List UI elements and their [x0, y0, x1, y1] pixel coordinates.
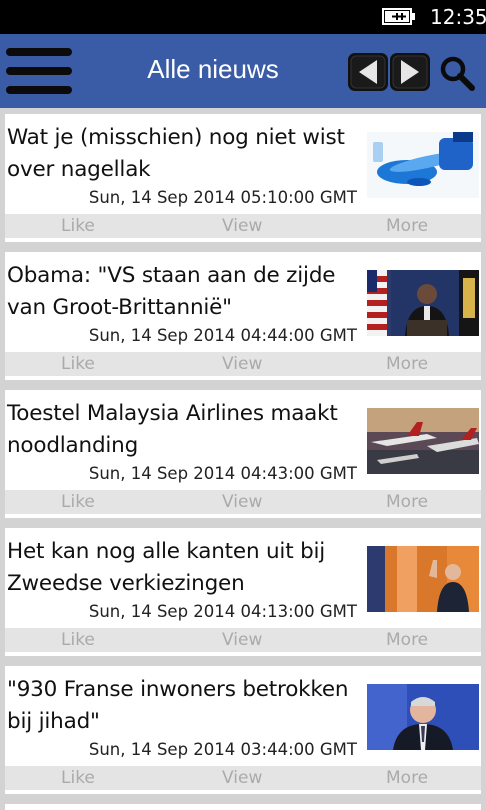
- article-actions: Like View More: [5, 766, 481, 790]
- battery-charging-icon: [382, 8, 415, 25]
- like-button[interactable]: Like: [61, 768, 95, 788]
- news-card[interactable]: Obama: "VS staan aan de zijde van Groot-…: [5, 252, 481, 380]
- app-header: Alle nieuws: [0, 34, 486, 108]
- navigation-arrows: [348, 53, 430, 91]
- view-button[interactable]: View: [222, 492, 262, 512]
- arrow-left-icon[interactable]: [348, 53, 388, 91]
- article-date: Sun, 14 Sep 2014 03:44:00 GMT: [88, 740, 357, 759]
- more-button[interactable]: More: [386, 630, 428, 650]
- news-feed: Wat je (misschien) nog niet wist over na…: [0, 108, 486, 810]
- news-card[interactable]: [5, 804, 481, 810]
- article-thumbnail[interactable]: [367, 270, 479, 336]
- search-icon[interactable]: [438, 54, 476, 92]
- article-thumbnail[interactable]: [367, 546, 479, 612]
- more-button[interactable]: More: [386, 216, 428, 236]
- article-title[interactable]: "930 Franse inwoners betrokken bij jihad…: [7, 674, 363, 738]
- hamburger-menu-icon[interactable]: [6, 46, 72, 96]
- view-button[interactable]: View: [222, 630, 262, 650]
- article-date: Sun, 14 Sep 2014 04:44:00 GMT: [88, 326, 357, 345]
- article-date: Sun, 14 Sep 2014 05:10:00 GMT: [88, 188, 357, 207]
- article-title[interactable]: Obama: "VS staan aan de zijde van Groot-…: [7, 260, 363, 324]
- clock: 12:35: [430, 5, 486, 29]
- view-button[interactable]: View: [222, 354, 262, 374]
- article-actions: Like View More: [5, 214, 481, 238]
- status-bar: 12:35: [0, 0, 486, 34]
- article-actions: Like View More: [5, 628, 481, 652]
- news-card[interactable]: Het kan nog alle kanten uit bij Zweedse …: [5, 528, 481, 656]
- article-thumbnail[interactable]: [367, 684, 479, 750]
- article-date: Sun, 14 Sep 2014 04:13:00 GMT: [88, 602, 357, 621]
- news-card[interactable]: Toestel Malaysia Airlines maakt noodland…: [5, 390, 481, 518]
- view-button[interactable]: View: [222, 768, 262, 788]
- article-actions: Like View More: [5, 490, 481, 514]
- more-button[interactable]: More: [386, 354, 428, 374]
- page-title: Alle nieuws: [147, 54, 279, 84]
- like-button[interactable]: Like: [61, 354, 95, 374]
- view-button[interactable]: View: [222, 216, 262, 236]
- like-button[interactable]: Like: [61, 492, 95, 512]
- article-title[interactable]: Wat je (misschien) nog niet wist over na…: [7, 122, 363, 186]
- like-button[interactable]: Like: [61, 216, 95, 236]
- article-title[interactable]: Het kan nog alle kanten uit bij Zweedse …: [7, 536, 363, 600]
- article-thumbnail[interactable]: [367, 132, 479, 198]
- article-title[interactable]: Toestel Malaysia Airlines maakt noodland…: [7, 398, 363, 462]
- arrow-right-icon[interactable]: [390, 53, 430, 91]
- article-thumbnail[interactable]: [367, 408, 479, 474]
- more-button[interactable]: More: [386, 768, 428, 788]
- news-card[interactable]: "930 Franse inwoners betrokken bij jihad…: [5, 666, 481, 794]
- article-date: Sun, 14 Sep 2014 04:43:00 GMT: [88, 464, 357, 483]
- news-card[interactable]: Wat je (misschien) nog niet wist over na…: [5, 114, 481, 242]
- like-button[interactable]: Like: [61, 630, 95, 650]
- article-actions: Like View More: [5, 352, 481, 376]
- more-button[interactable]: More: [386, 492, 428, 512]
